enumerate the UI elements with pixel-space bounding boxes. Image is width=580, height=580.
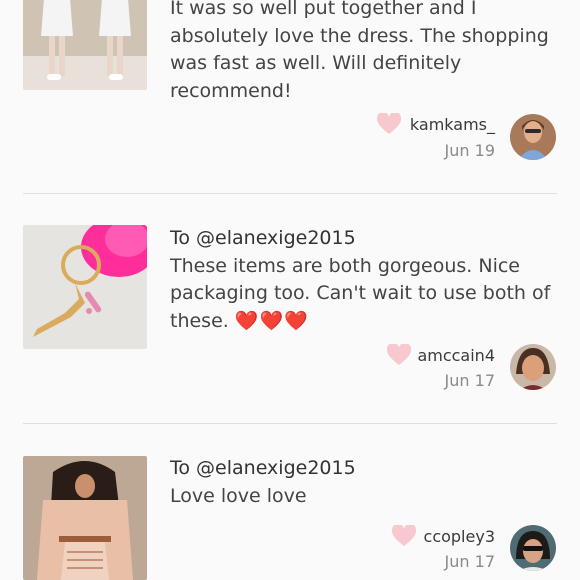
reviewer-avatar[interactable]: [510, 525, 556, 571]
listing-thumbnail[interactable]: [23, 456, 147, 580]
keychain-photo: [23, 225, 147, 349]
review-message: To @elanexige2015 Love love love: [170, 455, 565, 510]
review-message: It was so well put together and I absolu…: [170, 0, 565, 105]
review-date: Jun 17: [444, 552, 495, 571]
review-date: Jun 17: [444, 371, 495, 390]
review-recipient[interactable]: To @elanexige2015: [170, 225, 565, 253]
review-text: These items are both gorgeous. Nice pack…: [170, 254, 551, 332]
heart-emoji: ❤️❤️❤️: [234, 309, 309, 332]
listing-thumbnail[interactable]: [23, 225, 147, 349]
dress-photo: [23, 0, 147, 90]
listing-thumbnail[interactable]: [23, 0, 147, 90]
review-date: Jun 19: [444, 141, 495, 160]
outfit-photo: [23, 456, 147, 580]
review-message: To @elanexige2015 These items are both g…: [170, 225, 565, 335]
review-text: It was so well put together and I absolu…: [170, 0, 549, 102]
reviewer-username[interactable]: ccopley3: [355, 527, 495, 546]
review-text: Love love love: [170, 484, 307, 507]
review-recipient[interactable]: To @elanexige2015: [170, 455, 565, 483]
reviewer-username[interactable]: kamkams_: [355, 115, 495, 134]
divider: [23, 193, 557, 194]
reviewer-username[interactable]: amccain4: [355, 346, 495, 365]
reviewer-avatar[interactable]: [510, 344, 556, 390]
divider: [23, 423, 557, 424]
reviewer-avatar[interactable]: [510, 114, 556, 160]
